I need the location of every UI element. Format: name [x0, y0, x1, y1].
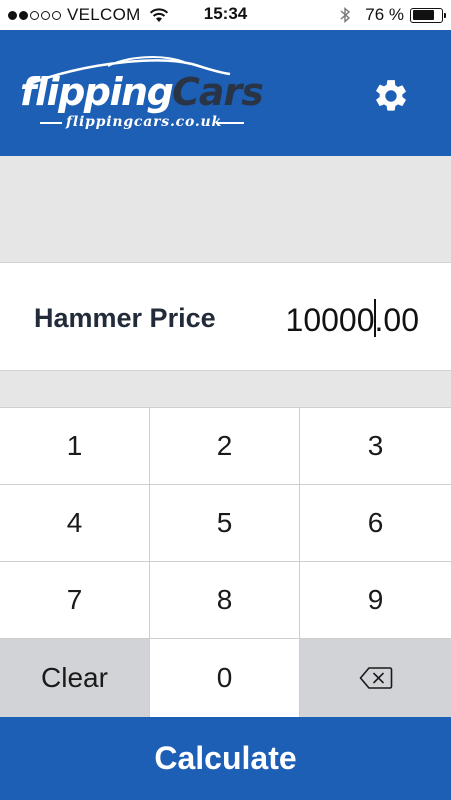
- key-5[interactable]: 5: [150, 485, 300, 562]
- spacer-bottom: [0, 371, 451, 407]
- key-7[interactable]: 7: [0, 562, 150, 639]
- key-4[interactable]: 4: [0, 485, 150, 562]
- status-right: 76 %: [339, 5, 446, 25]
- app-screen: VELCOM 15:34 76 % flipping Cars flipping…: [0, 0, 451, 800]
- numeric-keypad: 1 2 3 4 5 6 7 8 9 Clear 0: [0, 407, 451, 717]
- price-value-integer: 10000: [285, 302, 375, 338]
- bluetooth-icon: [340, 6, 351, 24]
- key-3[interactable]: 3: [300, 408, 451, 485]
- status-bar: VELCOM 15:34 76 %: [0, 0, 451, 30]
- backspace-icon: [359, 667, 392, 689]
- key-2[interactable]: 2: [150, 408, 300, 485]
- hammer-price-row[interactable]: Hammer Price 10000.00: [0, 262, 451, 371]
- logo-word-cars: Cars: [172, 70, 264, 114]
- key-9[interactable]: 9: [300, 562, 451, 639]
- backspace-button[interactable]: [300, 639, 451, 717]
- settings-button[interactable]: [369, 74, 413, 118]
- battery-cap: [443, 12, 446, 18]
- app-header: flipping Cars flippingcars.co.uk: [0, 30, 451, 156]
- price-value-decimals: .00: [374, 302, 419, 338]
- battery-fill: [412, 10, 434, 20]
- hammer-price-input[interactable]: 10000.00: [286, 299, 419, 339]
- app-logo: flipping Cars flippingcars.co.uk: [16, 52, 268, 132]
- battery-percent: 76 %: [365, 5, 404, 24]
- logo-url: flippingcars.co.uk: [66, 114, 223, 130]
- key-0[interactable]: 0: [150, 639, 300, 717]
- logo-divider-right: [216, 122, 244, 124]
- spacer-top: [0, 156, 451, 262]
- clear-button[interactable]: Clear: [0, 639, 150, 717]
- hammer-price-label: Hammer Price: [34, 303, 216, 333]
- battery-icon: [410, 7, 446, 23]
- gear-icon: [376, 80, 406, 111]
- logo-word-flipping: flipping: [20, 70, 174, 114]
- key-1[interactable]: 1: [0, 408, 150, 485]
- calculate-button[interactable]: Calculate: [0, 717, 451, 800]
- key-6[interactable]: 6: [300, 485, 451, 562]
- logo-divider-left: [40, 122, 62, 124]
- key-8[interactable]: 8: [150, 562, 300, 639]
